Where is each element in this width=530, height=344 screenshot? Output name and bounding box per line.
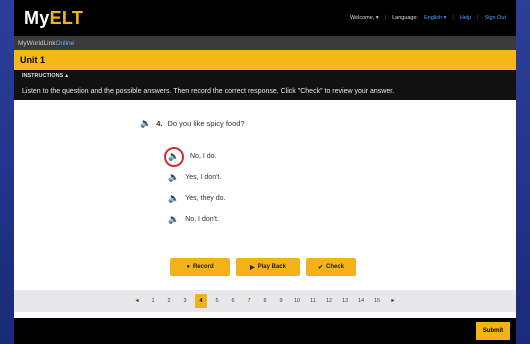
speaker-icon[interactable]: 🔈	[168, 172, 179, 183]
answer-text: No, I do.	[190, 153, 217, 160]
top-bar: MyELT Welcome, ▾ | Language: English ▾ |…	[14, 0, 516, 36]
page-button[interactable]: 5	[211, 294, 223, 308]
playback-label: Play Back	[257, 264, 286, 270]
instructions-header[interactable]: INSTRUCTIONS ▴	[14, 70, 516, 82]
welcome-menu[interactable]: Welcome, ▾	[350, 15, 379, 21]
divider: |	[384, 15, 387, 21]
course-name-suffix: Online	[55, 39, 75, 47]
playback-button[interactable]: ▶ Play Back	[236, 258, 300, 276]
page-button[interactable]: 2	[163, 294, 175, 308]
language-select[interactable]: English ▾	[424, 15, 446, 21]
background-left	[0, 0, 14, 344]
bottom-bar: Submit	[14, 318, 516, 344]
prev-page-button[interactable]: ◄	[131, 294, 143, 308]
background-right	[516, 0, 530, 344]
play-icon: ▶	[250, 264, 255, 271]
page-button[interactable]: 11	[307, 294, 319, 308]
answer-list: 🔈 No, I do. 🔈 Yes, I don't. 🔈 Yes, they …	[164, 146, 225, 230]
page-button[interactable]: 3	[179, 294, 191, 308]
pagination: ◄ 1 2 3 4 5 6 7 8 9 10 11 12 13 14 15 ►	[14, 290, 516, 312]
language-label: Language:	[392, 15, 419, 21]
instructions-text: Listen to the question and the possible …	[14, 82, 516, 100]
page-button[interactable]: 12	[323, 294, 335, 308]
submit-button[interactable]: Submit	[476, 322, 510, 340]
answer-option[interactable]: 🔈 No, I do.	[164, 146, 225, 167]
instructions-heading: INSTRUCTIONS	[22, 73, 64, 79]
selected-ring: 🔈	[164, 146, 184, 167]
question-text: Do you like spicy food?	[167, 119, 245, 128]
top-links: Welcome, ▾ | Language: English ▾ | Help …	[350, 15, 506, 21]
record-icon: ●	[186, 264, 190, 270]
page-button-active[interactable]: 4	[195, 294, 207, 308]
page-button[interactable]: 9	[275, 294, 287, 308]
check-label: Check	[326, 264, 345, 270]
speaker-icon[interactable]: 🔈	[140, 118, 151, 129]
page-button[interactable]: 6	[227, 294, 239, 308]
page-button[interactable]: 15	[371, 294, 383, 308]
answer-text: Yes, I don't.	[185, 174, 222, 181]
help-link[interactable]: Help	[460, 15, 471, 21]
page-button[interactable]: 14	[355, 294, 367, 308]
logo-main: ELT	[49, 7, 84, 28]
logo: MyELT	[24, 8, 83, 29]
page-button[interactable]: 13	[339, 294, 351, 308]
answer-option[interactable]: 🔈 No, I don't.	[168, 209, 225, 230]
answer-option[interactable]: 🔈 Yes, I don't.	[168, 167, 225, 188]
page-button[interactable]: 7	[243, 294, 255, 308]
answer-text: Yes, they do.	[185, 195, 226, 202]
course-bar: MyWorldLink Online	[14, 36, 516, 50]
page-button[interactable]: 10	[291, 294, 303, 308]
speaker-icon[interactable]: 🔈	[168, 214, 179, 225]
question-number: 4.	[156, 119, 163, 128]
divider: |	[477, 15, 479, 21]
app-window: MyELT Welcome, ▾ | Language: English ▾ |…	[14, 0, 516, 344]
check-icon: ✔	[317, 264, 323, 271]
caret-up-icon: ▴	[65, 73, 69, 79]
divider: |	[452, 15, 454, 21]
unit-title: Unit 1	[20, 55, 46, 65]
logo-prefix: My	[24, 7, 50, 28]
answer-option[interactable]: 🔈 Yes, they do.	[168, 188, 225, 209]
course-name: MyWorldLink	[18, 39, 56, 47]
page-button[interactable]: 1	[147, 294, 159, 308]
page-button[interactable]: 8	[259, 294, 271, 308]
check-button[interactable]: ✔ Check	[306, 258, 356, 276]
answer-text: No, I don't.	[185, 216, 219, 223]
signout-link[interactable]: Sign Out	[485, 15, 506, 21]
speaker-icon[interactable]: 🔈	[168, 193, 179, 204]
unit-bar: Unit 1	[14, 50, 516, 70]
next-page-button[interactable]: ►	[387, 294, 399, 308]
speaker-icon[interactable]: 🔈	[168, 151, 179, 162]
question-card: 🔈 4. Do you like spicy food? 🔈 No, I do.…	[114, 106, 414, 256]
record-label: Record	[192, 264, 214, 270]
record-button[interactable]: ● Record	[170, 258, 230, 276]
question: 🔈 4. Do you like spicy food?	[140, 118, 245, 129]
